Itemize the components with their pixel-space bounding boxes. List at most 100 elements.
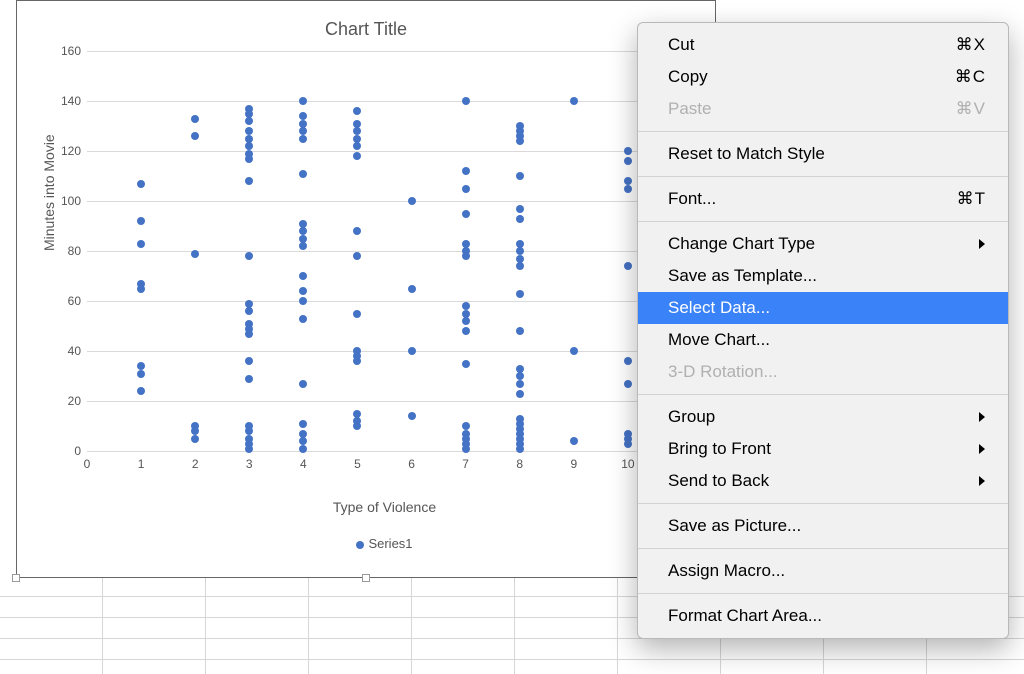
spreadsheet-cell[interactable] <box>515 597 618 618</box>
data-point[interactable] <box>191 435 199 443</box>
data-point[interactable] <box>353 127 361 135</box>
spreadsheet-cell[interactable] <box>515 660 618 674</box>
spreadsheet-cell[interactable] <box>103 639 206 660</box>
menu-item-copy[interactable]: Copy⌘C <box>638 61 1008 93</box>
data-point[interactable] <box>353 142 361 150</box>
data-point[interactable] <box>570 437 578 445</box>
spreadsheet-cell[interactable] <box>412 660 515 674</box>
data-point[interactable] <box>137 217 145 225</box>
data-point[interactable] <box>245 320 253 328</box>
spreadsheet-cell[interactable] <box>103 576 206 597</box>
menu-item-font[interactable]: Font...⌘T <box>638 183 1008 215</box>
data-point[interactable] <box>245 300 253 308</box>
menu-item-save-as-template[interactable]: Save as Template... <box>638 260 1008 292</box>
data-point[interactable] <box>408 347 416 355</box>
data-point[interactable] <box>462 210 470 218</box>
data-point[interactable] <box>624 185 632 193</box>
data-point[interactable] <box>245 252 253 260</box>
data-point[interactable] <box>137 370 145 378</box>
data-point[interactable] <box>624 430 632 438</box>
spreadsheet-cell[interactable] <box>103 618 206 639</box>
data-point[interactable] <box>299 437 307 445</box>
data-point[interactable] <box>624 157 632 165</box>
data-point[interactable] <box>245 117 253 125</box>
data-point[interactable] <box>245 357 253 365</box>
chart-legend[interactable]: Series1 <box>87 536 682 551</box>
data-point[interactable] <box>462 167 470 175</box>
data-point[interactable] <box>299 242 307 250</box>
spreadsheet-cell[interactable] <box>206 576 309 597</box>
chart-object[interactable]: Chart Title 0204060801001201401600123456… <box>16 0 716 578</box>
data-point[interactable] <box>245 307 253 315</box>
data-point[interactable] <box>570 97 578 105</box>
data-point[interactable] <box>299 135 307 143</box>
menu-item-bring-to-front[interactable]: Bring to Front <box>638 433 1008 465</box>
data-point[interactable] <box>408 412 416 420</box>
data-point[interactable] <box>299 315 307 323</box>
data-point[interactable] <box>245 150 253 158</box>
data-point[interactable] <box>408 197 416 205</box>
data-point[interactable] <box>245 435 253 443</box>
data-point[interactable] <box>516 247 524 255</box>
data-point[interactable] <box>299 445 307 453</box>
menu-item-change-chart-type[interactable]: Change Chart Type <box>638 228 1008 260</box>
data-point[interactable] <box>516 380 524 388</box>
data-point[interactable] <box>516 215 524 223</box>
menu-item-reset-to-match-style[interactable]: Reset to Match Style <box>638 138 1008 170</box>
plot-area[interactable]: 020406080100120140160012345678910 <box>87 51 682 451</box>
spreadsheet-cell[interactable] <box>103 660 206 674</box>
data-point[interactable] <box>245 142 253 150</box>
spreadsheet-cell[interactable] <box>515 618 618 639</box>
spreadsheet-cell[interactable] <box>0 660 103 674</box>
data-point[interactable] <box>462 360 470 368</box>
x-axis-title[interactable]: Type of Violence <box>87 499 682 515</box>
data-point[interactable] <box>516 372 524 380</box>
spreadsheet-cell[interactable] <box>309 618 412 639</box>
data-point[interactable] <box>462 317 470 325</box>
data-point[interactable] <box>245 422 253 430</box>
menu-item-cut[interactable]: Cut⌘X <box>638 29 1008 61</box>
data-point[interactable] <box>570 347 578 355</box>
data-point[interactable] <box>516 172 524 180</box>
data-point[interactable] <box>353 410 361 418</box>
data-point[interactable] <box>191 422 199 430</box>
spreadsheet-cell[interactable] <box>206 597 309 618</box>
data-point[interactable] <box>299 220 307 228</box>
data-point[interactable] <box>299 227 307 235</box>
data-point[interactable] <box>353 310 361 318</box>
data-point[interactable] <box>137 387 145 395</box>
data-point[interactable] <box>299 420 307 428</box>
data-point[interactable] <box>191 132 199 140</box>
data-point[interactable] <box>299 97 307 105</box>
data-point[interactable] <box>516 255 524 263</box>
spreadsheet-cell[interactable] <box>0 639 103 660</box>
data-point[interactable] <box>353 417 361 425</box>
spreadsheet-cell[interactable] <box>412 597 515 618</box>
data-point[interactable] <box>353 120 361 128</box>
spreadsheet-cell[interactable] <box>927 660 1024 674</box>
resize-handle-bottom[interactable] <box>362 574 370 582</box>
data-point[interactable] <box>516 122 524 130</box>
data-point[interactable] <box>516 240 524 248</box>
data-point[interactable] <box>137 362 145 370</box>
data-point[interactable] <box>462 422 470 430</box>
data-point[interactable] <box>462 240 470 248</box>
spreadsheet-cell[interactable] <box>206 618 309 639</box>
data-point[interactable] <box>462 247 470 255</box>
data-point[interactable] <box>353 152 361 160</box>
menu-item-send-to-back[interactable]: Send to Back <box>638 465 1008 497</box>
menu-item-group[interactable]: Group <box>638 401 1008 433</box>
spreadsheet-cell[interactable] <box>206 639 309 660</box>
spreadsheet-cell[interactable] <box>515 639 618 660</box>
menu-item-format-chart-area[interactable]: Format Chart Area... <box>638 600 1008 632</box>
data-point[interactable] <box>299 127 307 135</box>
spreadsheet-cell[interactable] <box>309 576 412 597</box>
data-point[interactable] <box>516 415 524 423</box>
spreadsheet-cell[interactable] <box>412 618 515 639</box>
menu-item-select-data[interactable]: Select Data... <box>638 292 1008 324</box>
data-point[interactable] <box>624 357 632 365</box>
data-point[interactable] <box>408 285 416 293</box>
data-point[interactable] <box>137 240 145 248</box>
data-point[interactable] <box>299 380 307 388</box>
menu-item-assign-macro[interactable]: Assign Macro... <box>638 555 1008 587</box>
